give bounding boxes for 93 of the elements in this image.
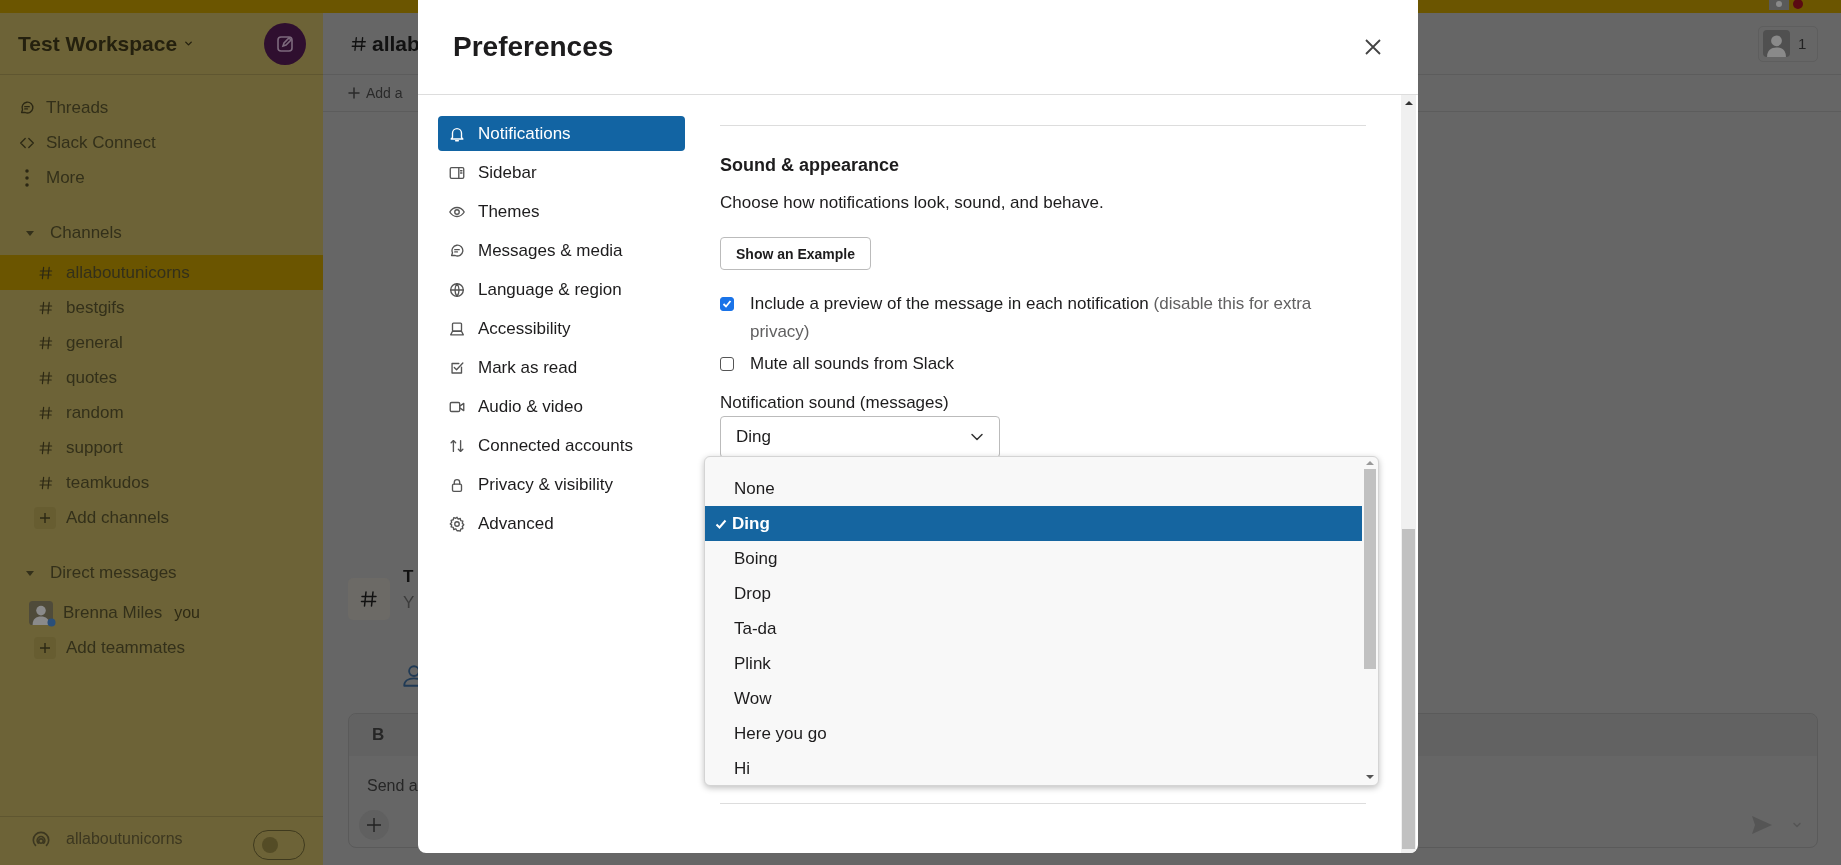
plus-icon [348, 87, 360, 99]
tab-label: Accessibility [478, 318, 571, 339]
hash-icon [38, 369, 54, 386]
preferences-tab[interactable]: Language & region [438, 272, 685, 307]
hash-icon [38, 439, 54, 456]
add-teammates-label: Add teammates [66, 637, 186, 658]
channel-name: bestgifs [66, 297, 125, 318]
preferences-tab[interactable]: Advanced [438, 506, 685, 541]
tab-label: Audio & video [478, 396, 583, 417]
tab-label: Notifications [478, 123, 571, 144]
sound-option[interactable]: Plink [705, 646, 1362, 681]
preferences-tab[interactable]: Privacy & visibility [438, 467, 685, 502]
compose-icon [275, 33, 295, 54]
section-title: Sound & appearance [720, 154, 901, 177]
preferences-tab[interactable]: Connected accounts [438, 428, 685, 463]
preferences-tab[interactable]: Messages & media [438, 233, 685, 268]
hash-icon [38, 404, 54, 421]
checkbox[interactable] [720, 297, 734, 311]
sidebar-label: Slack Connect [46, 132, 156, 153]
tab-label: Messages & media [478, 240, 623, 261]
presence-dot-icon [47, 617, 56, 627]
globe-icon [448, 280, 466, 299]
add-channels-label: Add channels [66, 507, 170, 528]
hash-icon [38, 264, 54, 281]
plus-icon [366, 817, 382, 833]
gear-icon [448, 514, 466, 533]
sound-option[interactable]: Boing [705, 541, 1362, 576]
tab-label: Connected accounts [478, 435, 633, 456]
preferences-tab[interactable]: Accessibility [438, 311, 685, 346]
preferences-tab[interactable]: Audio & video [438, 389, 685, 424]
checkbox-label: Mute all sounds from Slack [750, 353, 955, 375]
sound-option[interactable]: None [705, 471, 1362, 506]
laptop-icon [448, 319, 466, 338]
scroll-down-icon[interactable] [1366, 775, 1374, 779]
tab-label: Themes [478, 201, 540, 222]
tab-label: Advanced [478, 513, 554, 534]
tab-label: Language & region [478, 279, 622, 300]
threads-icon [18, 98, 36, 117]
section-description: Choose how notifications look, sound, and behave. [720, 192, 1105, 214]
checkbox[interactable] [720, 357, 734, 371]
dialog-title: Preferences [453, 31, 614, 63]
plus-icon [34, 636, 56, 659]
show-example-button[interactable]: Show an Example [720, 237, 872, 270]
check-icon [715, 517, 727, 530]
hash-icon [38, 474, 54, 491]
sound-option[interactable]: Here you go [705, 716, 1362, 751]
sidebar-label: More [46, 167, 85, 188]
tab-label: Mark as read [478, 357, 578, 378]
chevron-icon [183, 38, 195, 49]
channel-name: allaboutunicorns [66, 262, 190, 283]
tab-label: Sidebar [478, 162, 537, 183]
toggle-knob-icon [262, 837, 278, 853]
plus-icon [34, 506, 56, 529]
compose-button[interactable] [264, 22, 306, 65]
channel-name: teamkudos [66, 472, 150, 493]
member-count: 1 [1798, 35, 1807, 52]
scroll-up-icon[interactable] [1404, 101, 1413, 105]
section-label: Direct messages [50, 562, 177, 583]
more-icon [25, 168, 29, 187]
channel-title[interactable]: allab [350, 31, 420, 56]
hash-icon [38, 299, 54, 316]
sidebar-label: Threads [46, 97, 109, 118]
message-icon [448, 241, 466, 260]
scrollbar[interactable] [1401, 95, 1416, 853]
preferences-tab[interactable]: Mark as read [438, 350, 685, 385]
section-label: Channels [50, 222, 122, 243]
avatar-icon [29, 600, 53, 625]
sound-option[interactable]: Ta-da [705, 611, 1362, 646]
sound-option[interactable]: Ding [705, 506, 1362, 541]
preferences-tab[interactable]: Themes [438, 194, 685, 229]
hash-icon [38, 334, 54, 351]
channel-name: general [66, 332, 123, 353]
sound-option[interactable]: Drop [705, 576, 1362, 611]
close-icon [1364, 38, 1382, 56]
hash-icon [359, 589, 379, 609]
sound-option[interactable]: Hi [705, 751, 1362, 785]
tab-label: Privacy & visibility [478, 474, 614, 495]
dm-note: you [174, 603, 200, 622]
avatar-icon[interactable] [1769, 0, 1789, 10]
attach-button[interactable] [359, 810, 389, 840]
sound-option[interactable]: Wow [705, 681, 1362, 716]
dm-name: Brenna Miles [63, 602, 163, 623]
channel-name: quotes [66, 367, 118, 388]
preferences-tab[interactable]: Sidebar [438, 155, 685, 190]
channel-name: support [66, 437, 123, 458]
message-placeholder: Send a [367, 776, 418, 796]
intro-title: T [403, 566, 415, 588]
field-label: Notification sound (messages) [720, 392, 950, 414]
channel-name: random [66, 402, 124, 423]
preferences-tab[interactable]: Notifications [438, 116, 685, 151]
hash-icon [350, 34, 368, 53]
avatar-icon [1763, 30, 1790, 57]
checkbox-label: Include a preview of the message in each notification (disable this for extra privacy) [750, 293, 1313, 343]
